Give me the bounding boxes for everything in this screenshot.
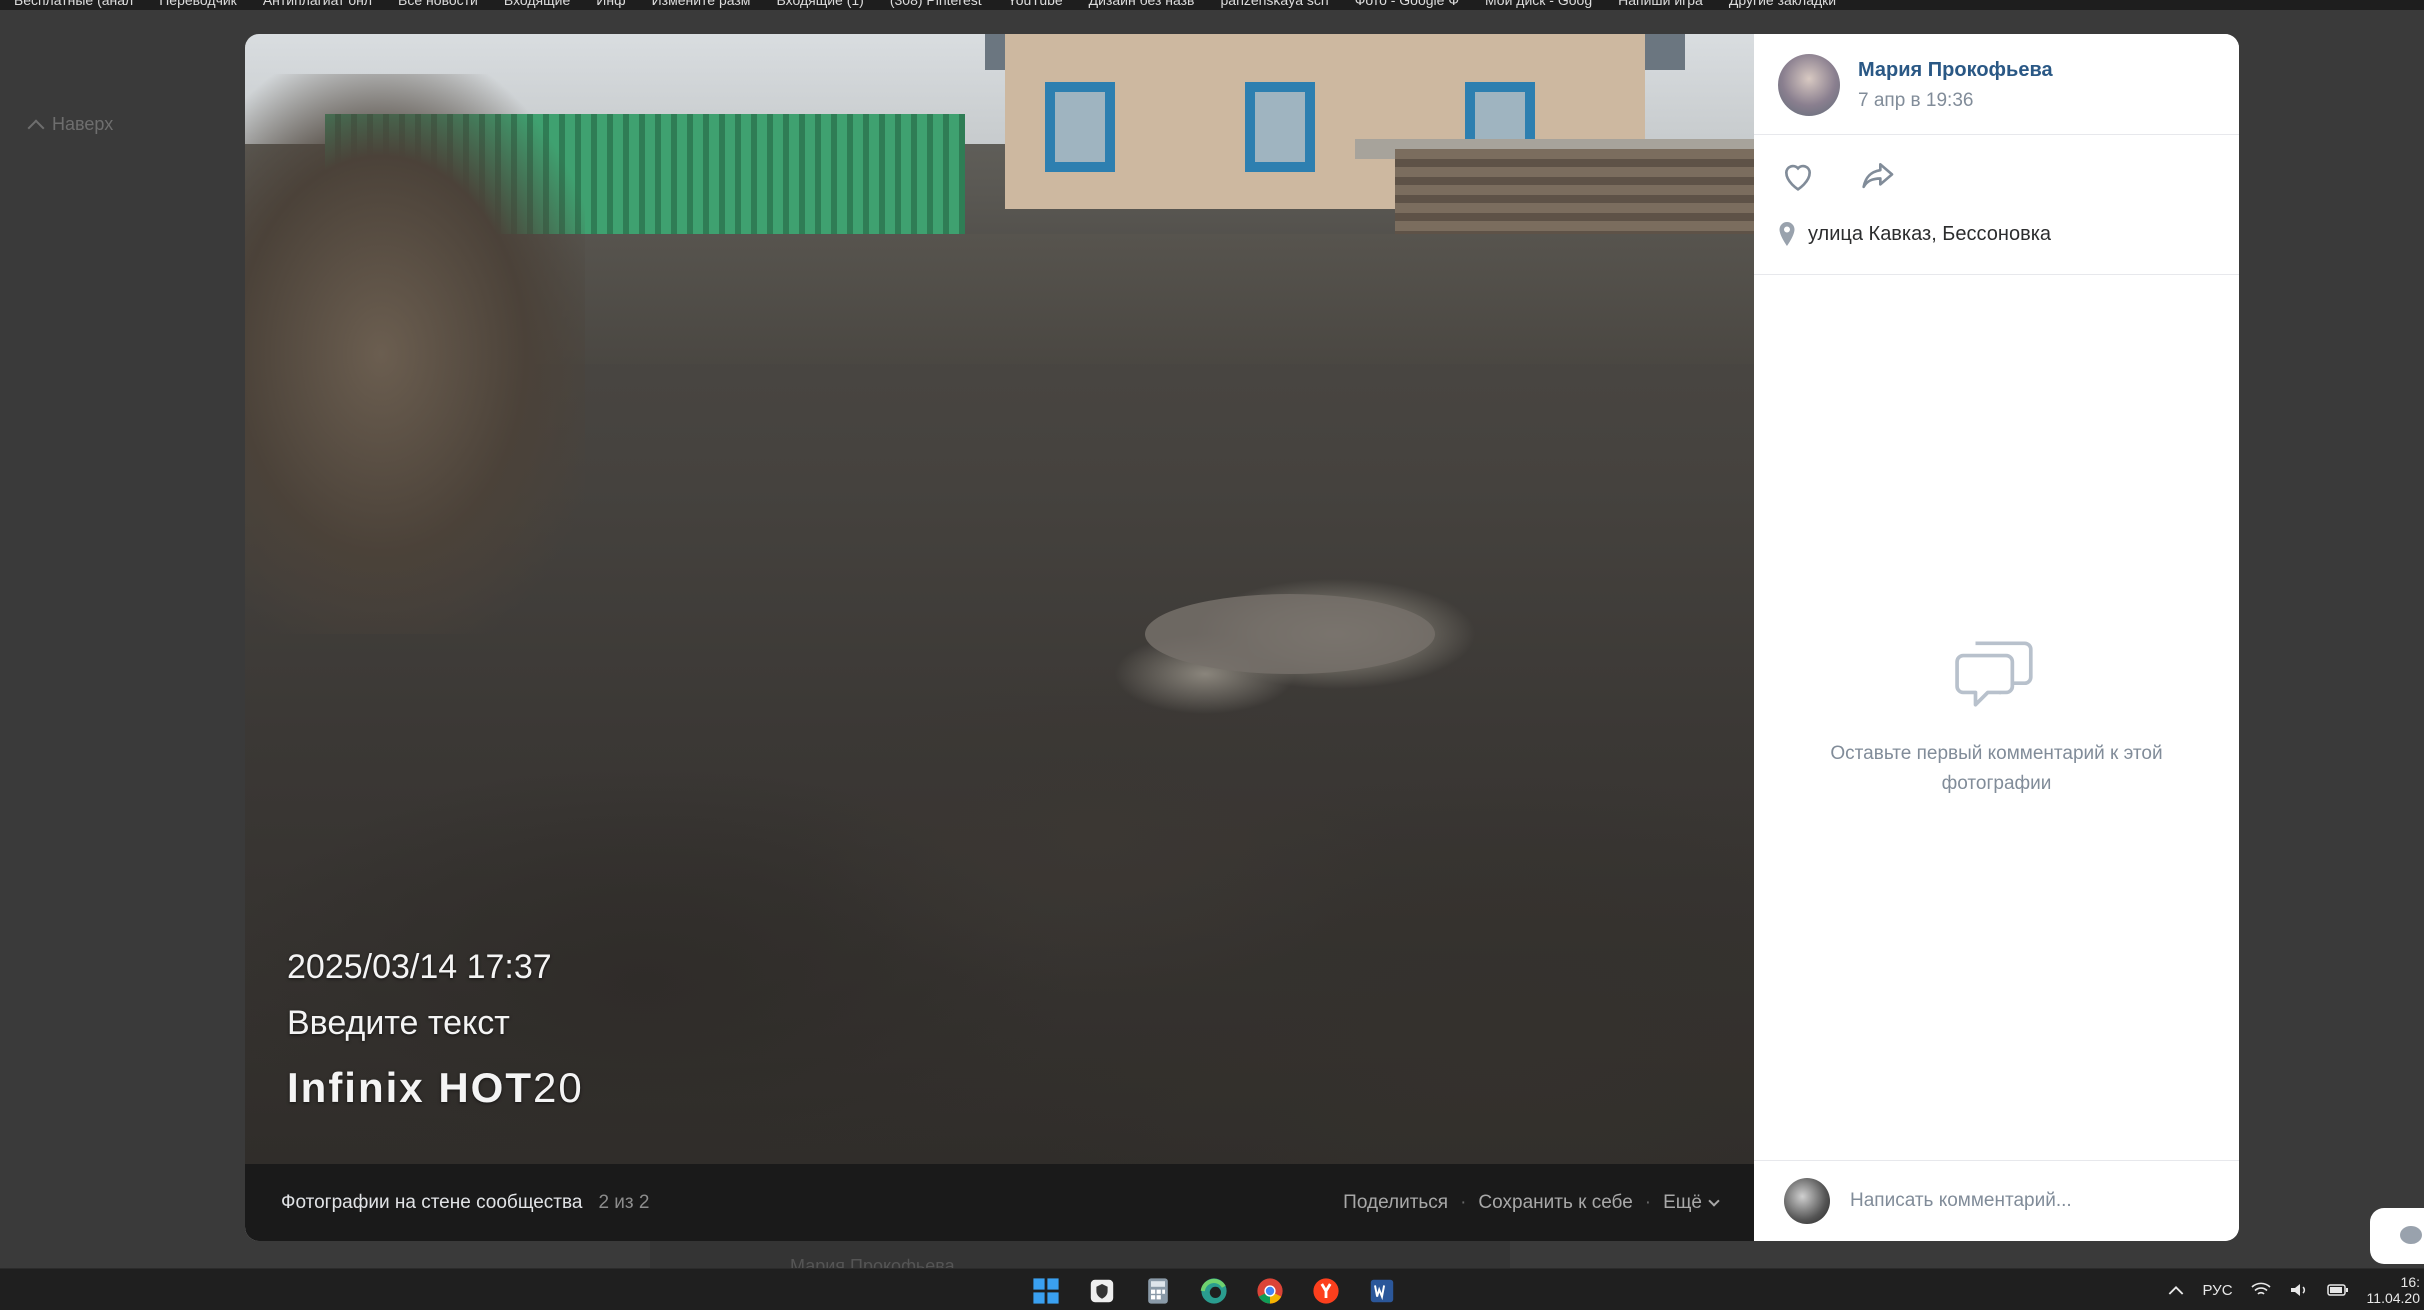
divider: [1754, 134, 2239, 135]
bookmark-item[interactable]: Измените разм: [652, 0, 751, 10]
bookmark-item[interactable]: Все новости: [398, 0, 478, 10]
chat-button[interactable]: [2370, 1208, 2424, 1264]
bookmarks-bar: Бесплатные (анал Переводчик Антиплагиат он…: [0, 0, 2424, 10]
photo-watermark-text: Введите текст: [287, 1004, 510, 1042]
wifi-icon[interactable]: [2250, 1282, 2271, 1298]
photo[interactable]: 2025/03/14 17:37 Введите текст Infinix H…: [245, 34, 1754, 1164]
language-indicator[interactable]: РУС: [2202, 1282, 2232, 1299]
bookmark-item[interactable]: Бесплатные (анал: [14, 0, 133, 10]
empty-comments: Оставьте первый комментарий к этой фотог…: [1754, 634, 2239, 799]
album-title-link[interactable]: Фотографии на стене сообщества: [281, 1192, 582, 1214]
windows-start-icon[interactable]: [1030, 1275, 1062, 1307]
photo-viewer: 2025/03/14 17:37 Введите текст Infinix H…: [245, 34, 2239, 1241]
back-to-top-label: Наверх: [52, 114, 114, 134]
bookmark-item[interactable]: panzenskaya sch: [1221, 0, 1329, 10]
back-to-top-link[interactable]: Наверх: [27, 114, 114, 136]
chevron-up-icon[interactable]: [2168, 1284, 2184, 1296]
bookmark-item[interactable]: Дизайн без назв: [1089, 0, 1195, 10]
comment-input[interactable]: [1850, 1190, 2190, 1212]
watermark-model-number: 20: [533, 1064, 584, 1111]
bookmark-item[interactable]: Входящие (1): [776, 0, 863, 10]
word-icon[interactable]: [1366, 1275, 1398, 1307]
current-user-avatar: [1784, 1178, 1830, 1224]
bookmark-item[interactable]: Фото - Google Ф: [1355, 0, 1459, 10]
chevron-down-icon: [1708, 1194, 1720, 1207]
comment-box: [1754, 1160, 2239, 1241]
photo-watermark-brand: Infinix HOT20: [287, 1064, 584, 1112]
photo-actions: [1778, 156, 1898, 196]
taskbar: РУС 16: 11.04.20: [0, 1268, 2424, 1310]
clock-date: 11.04.20: [2366, 1290, 2420, 1306]
more-menu-button[interactable]: Ещё: [1663, 1191, 1720, 1214]
like-heart-icon[interactable]: [1778, 156, 1818, 196]
photo-window: [1045, 82, 1115, 172]
bookmark-item[interactable]: Переводчик: [159, 0, 237, 10]
chrome-icon[interactable]: [1254, 1275, 1286, 1307]
calculator-icon[interactable]: [1142, 1275, 1174, 1307]
photo-bush: [245, 74, 585, 634]
bookmark-item[interactable]: Инф: [596, 0, 625, 10]
photo-area: 2025/03/14 17:37 Введите текст Infinix H…: [245, 34, 1754, 1241]
photo-window: [1245, 82, 1315, 172]
clock-time: 16:: [2400, 1274, 2420, 1290]
edge-browser-icon[interactable]: [1198, 1275, 1230, 1307]
clock[interactable]: 16: 11.04.20: [2367, 1274, 2420, 1306]
photo-counter: 2 из 2: [598, 1191, 650, 1213]
bookmark-item[interactable]: Напиши игра: [1618, 0, 1703, 10]
footer-actions: Поделиться · Сохранить к себе · Ещё: [1343, 1191, 1720, 1214]
background-post-card: [650, 1240, 1510, 1270]
location-text: улица Кавказ, Бессоновка: [1808, 222, 2052, 245]
author-block: Мария Прокофьева 7 апр в 19:36: [1778, 54, 2053, 116]
more-label: Ещё: [1663, 1191, 1702, 1213]
battery-icon[interactable]: [2326, 1283, 2349, 1297]
location-pin-icon: [1779, 222, 1795, 246]
divider: [1754, 274, 2239, 275]
watermark-model-name: HOT: [438, 1064, 533, 1111]
empty-comments-text: Оставьте первый комментарий к этой фотог…: [1830, 743, 2163, 794]
bookmark-item[interactable]: Входящие: [504, 0, 570, 10]
yandex-browser-icon[interactable]: [1310, 1275, 1342, 1307]
bookmark-item[interactable]: Другие закладки: [1729, 0, 1836, 10]
info-panel: Мария Прокофьева 7 апр в 19:36 улица Кав…: [1754, 34, 2239, 1241]
bookmark-item[interactable]: Антиплагиат онл: [263, 0, 372, 10]
author-avatar[interactable]: [1778, 54, 1840, 116]
taskbar-apps: [1030, 1275, 1398, 1307]
separator-dot: ·: [1644, 1191, 1652, 1213]
share-arrow-icon[interactable]: [1856, 156, 1898, 196]
bookmark-item[interactable]: Мой диск - Goog: [1485, 0, 1592, 10]
shield-app-icon[interactable]: [1086, 1275, 1118, 1307]
comments-icon: [1954, 641, 2033, 707]
photo-puddle: [1145, 594, 1435, 674]
post-date[interactable]: 7 апр в 19:36: [1858, 90, 2053, 112]
bookmark-item[interactable]: (308) Pinterest: [890, 0, 982, 10]
chevron-up-icon: [27, 119, 45, 136]
share-link[interactable]: Поделиться: [1343, 1192, 1448, 1214]
photo-watermark-date: 2025/03/14 17:37: [287, 948, 552, 986]
volume-icon[interactable]: [2289, 1282, 2309, 1298]
chat-icon: [2400, 1226, 2422, 1244]
save-to-self-link[interactable]: Сохранить к себе: [1478, 1192, 1632, 1214]
bookmark-item[interactable]: YouTube: [1008, 0, 1063, 10]
author-name-link[interactable]: Мария Прокофьева: [1858, 59, 2053, 82]
photo-road: [465, 234, 1754, 364]
location-link[interactable]: улица Кавказ, Бессоновка: [1778, 222, 2051, 246]
photo-footer: Фотографии на стене сообщества 2 из 2 По…: [245, 1164, 1754, 1241]
watermark-brand-name: Infinix: [287, 1064, 425, 1111]
system-tray: РУС 16: 11.04.20: [2168, 1269, 2424, 1310]
separator-dot: ·: [1460, 1191, 1467, 1213]
